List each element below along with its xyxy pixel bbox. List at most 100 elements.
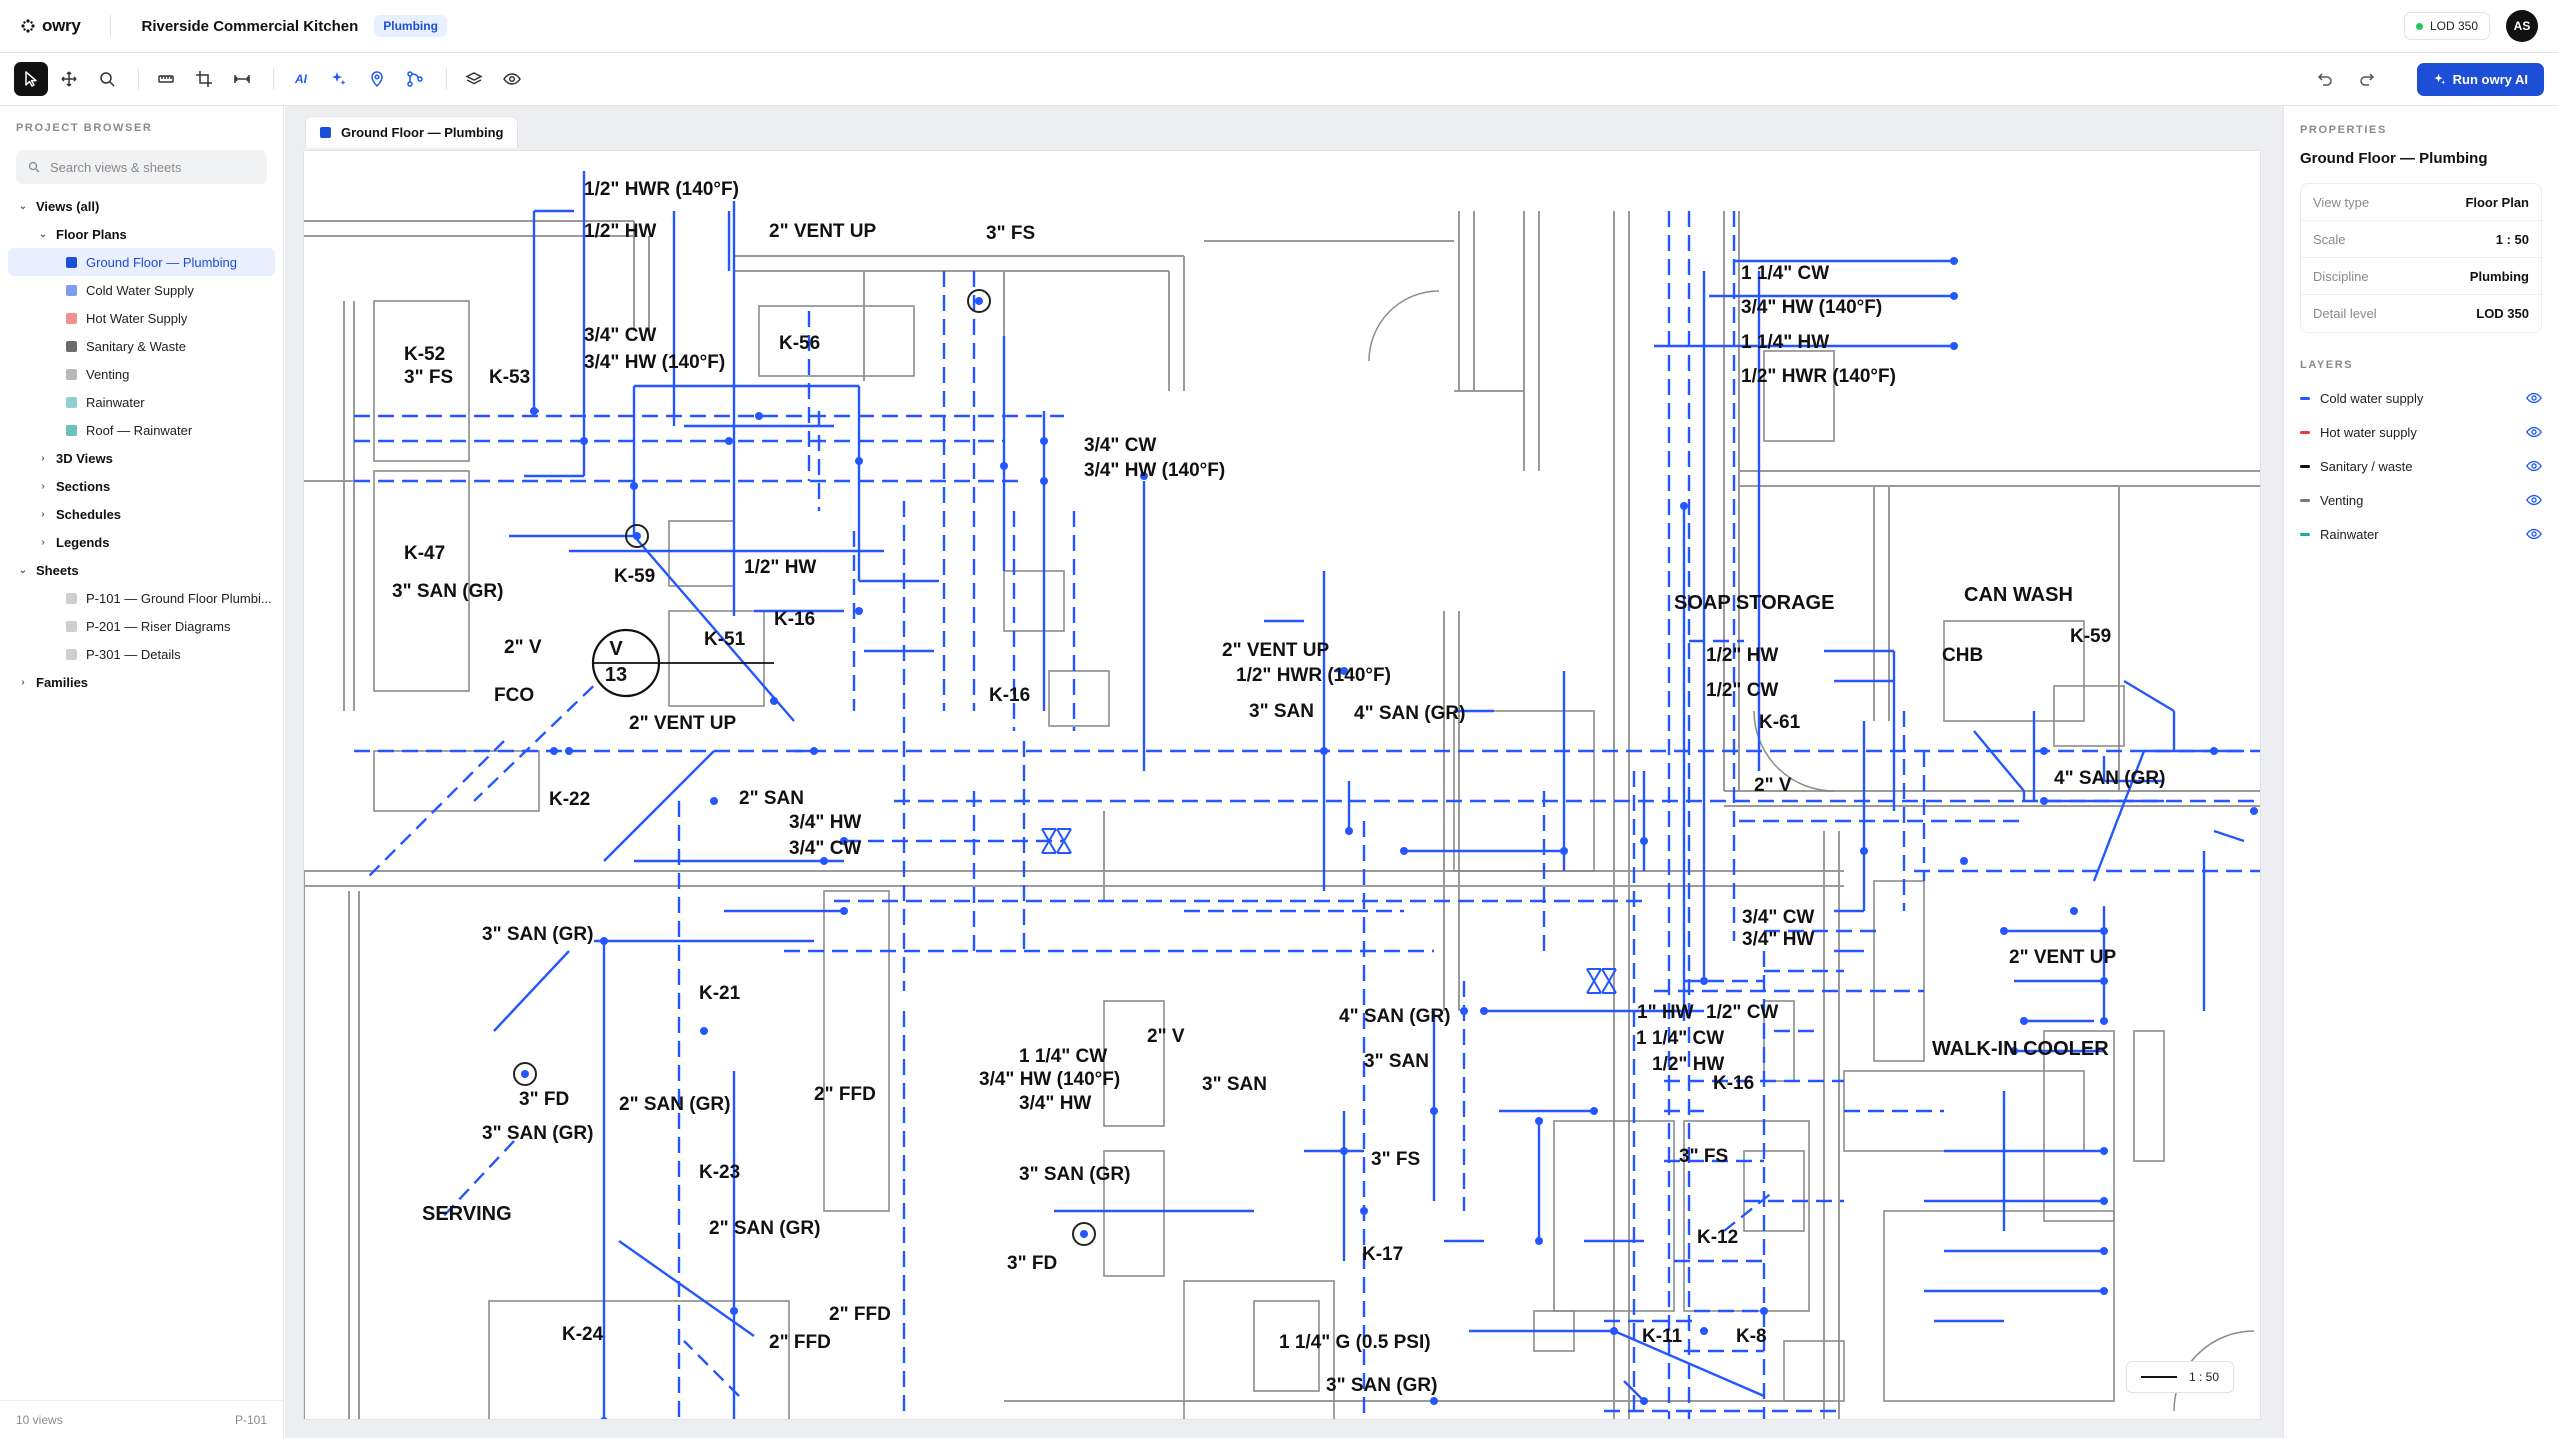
project-title[interactable]: Riverside Commercial Kitchen	[141, 18, 358, 35]
fixture-outline	[1103, 1000, 1165, 1127]
eye-icon[interactable]	[2526, 526, 2542, 542]
tree-label: Sanitary & Waste	[86, 338, 186, 354]
drawing-label: K-61	[1759, 712, 1801, 733]
drawing-label: 2" V	[1754, 775, 1792, 796]
layer-item[interactable]: Venting	[2300, 483, 2542, 517]
pipe-junction	[2100, 1287, 2108, 1295]
route-tool-button[interactable]	[398, 62, 432, 96]
user-avatar[interactable]: AS	[2506, 10, 2538, 42]
property-row[interactable]: Detail level LOD 350	[2301, 295, 2541, 332]
app-name: owry	[42, 16, 81, 35]
tree-families[interactable]: › Families	[8, 668, 275, 696]
layer-line-swatch	[2300, 498, 2310, 502]
drawing-label: 3/4" CW	[1742, 907, 1814, 928]
scale-indicator[interactable]: 1 : 50	[2125, 1361, 2234, 1393]
chevron-right-icon[interactable]: ›	[36, 481, 50, 492]
tree-item-plan[interactable]: Roof — Rainwater	[8, 416, 275, 444]
visibility-tool-button[interactable]	[495, 62, 529, 96]
property-row[interactable]: Discipline Plumbing	[2301, 258, 2541, 295]
eye-icon[interactable]	[2526, 424, 2542, 440]
chevron-right-icon[interactable]: ›	[36, 537, 50, 548]
tree-group-3d-views[interactable]: › 3D Views	[8, 444, 275, 472]
pipe-junction	[1860, 847, 1868, 855]
drawing-label: 2" VENT UP	[629, 713, 737, 734]
pipe-junction	[2100, 1147, 2108, 1155]
search-box[interactable]	[16, 150, 267, 184]
crop-tool-button[interactable]	[187, 62, 221, 96]
tree-item-plan[interactable]: Hot Water Supply	[8, 304, 275, 332]
layer-item[interactable]: Rainwater	[2300, 517, 2542, 551]
tree-label: Floor Plans	[56, 226, 127, 242]
tree-item-plan[interactable]: Sanitary & Waste	[8, 332, 275, 360]
layer-item[interactable]: Hot water supply	[2300, 415, 2542, 449]
tree-item-sheet[interactable]: P-301 — Details	[8, 640, 275, 668]
pipe-junction	[1320, 747, 1328, 755]
drawing-label: 3" FD	[519, 1089, 569, 1110]
tree-item-plan[interactable]: Ground Floor — Plumbing	[8, 248, 275, 276]
layer-item[interactable]: Sanitary / waste	[2300, 449, 2542, 483]
property-key: Detail level	[2313, 306, 2377, 321]
property-row[interactable]: View type Floor Plan	[2301, 184, 2541, 221]
pipe-run	[1973, 730, 2025, 792]
chevron-right-icon[interactable]: ›	[36, 453, 50, 464]
tree-item-sheet[interactable]: P-201 — Riser Diagrams	[8, 612, 275, 640]
measure-tool-button[interactable]	[149, 62, 183, 96]
pin-icon	[371, 71, 383, 88]
ai-tool-button[interactable]: AI	[284, 62, 318, 96]
tree-group-schedules[interactable]: › Schedules	[8, 500, 275, 528]
tree-floor-plans[interactable]: ⌄ Floor Plans	[8, 220, 275, 248]
pin-tool-button[interactable]	[360, 62, 394, 96]
pipe-junction	[855, 457, 863, 465]
pipe-junction	[2000, 927, 2008, 935]
dimension-tool-button[interactable]	[225, 62, 259, 96]
fixture-outline	[2133, 1030, 2165, 1162]
plan-swatch	[66, 368, 77, 380]
drawing-canvas[interactable]: 1/2" HWR (140°F) 1/2" HW 2" VENT UP 3" FS K-…	[303, 150, 2261, 1420]
tree-sheets[interactable]: ⌄ Sheets	[8, 556, 275, 584]
eye-icon[interactable]	[2526, 492, 2542, 508]
select-tool-button[interactable]	[14, 62, 48, 96]
search-input[interactable]	[50, 159, 250, 175]
property-key: View type	[2313, 194, 2370, 210]
floor-plan-drawing[interactable]: 1/2" HWR (140°F)1/2" HW 2" VENT UP 3" FSK-…	[304, 151, 2261, 1420]
discipline-badge[interactable]: Plumbing	[374, 15, 447, 37]
chevron-right-icon[interactable]: ›	[36, 509, 50, 520]
lod-indicator[interactable]: LOD 350	[2403, 12, 2490, 40]
tree-item-plan[interactable]: Venting	[8, 360, 275, 388]
chevron-down-icon[interactable]: ⌄	[16, 565, 30, 576]
chevron-down-icon[interactable]: ⌄	[36, 229, 50, 240]
tree-views-all[interactable]: ⌄ Views (all)	[8, 192, 275, 220]
undo-button[interactable]	[2307, 62, 2341, 96]
drawing-label: 3" FS	[1679, 1146, 1728, 1167]
tree-group-legends[interactable]: › Legends	[8, 528, 275, 556]
layers-tool-button[interactable]	[457, 62, 491, 96]
pipe-junction	[1700, 1327, 1708, 1335]
tree-item-sheet[interactable]: P-101 — Ground Floor Plumbi...	[8, 584, 275, 612]
sparkle-tool-button[interactable]	[322, 62, 356, 96]
floor-drain-icon	[1080, 1230, 1088, 1238]
redo-button[interactable]	[2351, 62, 2385, 96]
layer-label: Hot water supply	[2320, 424, 2417, 440]
drawing-label: K-59	[614, 566, 655, 587]
chevron-down-icon[interactable]: ⌄	[16, 201, 30, 212]
tree-item-plan[interactable]: Cold Water Supply	[8, 276, 275, 304]
property-row[interactable]: Scale 1 : 50	[2301, 221, 2541, 258]
zoom-tool-button[interactable]	[90, 62, 124, 96]
app-logo[interactable]: owry	[20, 16, 81, 36]
layer-item[interactable]: Cold water supply	[2300, 381, 2542, 415]
toolbar: AI Run owry AI	[0, 53, 2558, 106]
eye-icon[interactable]	[2526, 458, 2542, 474]
fixture-outline	[1883, 1210, 2115, 1402]
eye-icon[interactable]	[2526, 390, 2542, 406]
drawing-label: 1/2" HW	[1652, 1054, 1724, 1075]
run-ai-button[interactable]: Run owry AI	[2416, 62, 2544, 96]
chevron-right-icon[interactable]: ›	[16, 677, 30, 688]
search-icon	[28, 161, 40, 173]
tree-label: Roof — Rainwater	[86, 422, 193, 438]
view-tab[interactable]: Ground Floor — Plumbing	[305, 116, 519, 148]
drawing-label: 3/4" CW	[584, 325, 656, 346]
move-tool-button[interactable]	[52, 62, 86, 96]
tree-item-plan[interactable]: Rainwater	[8, 388, 275, 416]
vent-line	[1723, 1190, 1775, 1232]
tree-group-sections[interactable]: › Sections	[8, 472, 275, 500]
